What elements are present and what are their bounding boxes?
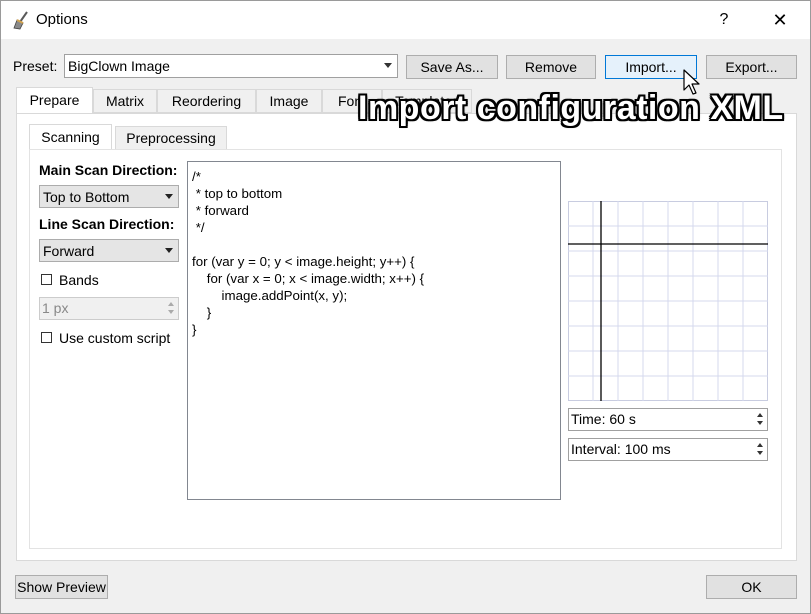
close-button[interactable]: ✕ — [759, 4, 801, 36]
show-preview-button[interactable]: Show Preview — [15, 575, 108, 599]
script-editor[interactable]: /* * top to bottom * forward */ for (var… — [187, 161, 561, 500]
tab-preprocessing[interactable]: Preprocessing — [115, 126, 227, 150]
chevron-down-icon — [165, 248, 173, 253]
preset-label: Preset: — [13, 58, 58, 74]
chevron-down-icon — [165, 194, 173, 199]
remove-button[interactable]: Remove — [506, 55, 596, 79]
mouse-cursor-icon — [683, 69, 700, 95]
time-spinbox[interactable]: Time: 60 s — [568, 408, 768, 431]
tab-image[interactable]: Image — [256, 89, 322, 113]
line-scan-direction-label: Line Scan Direction: — [39, 216, 175, 232]
window-title: Options — [36, 11, 88, 28]
custom-script-label: Use custom script — [59, 330, 171, 346]
spin-down-icon[interactable] — [757, 421, 763, 425]
main-scan-direction-value: Top to Bottom — [43, 189, 130, 205]
tab-reordering[interactable]: Reordering — [157, 89, 256, 113]
spin-up-icon[interactable] — [757, 443, 763, 447]
tab-matrix[interactable]: Matrix — [93, 89, 157, 113]
help-button[interactable]: ? — [707, 4, 741, 36]
time-value: Time: 60 s — [571, 411, 636, 427]
tab-prepare[interactable]: Prepare — [16, 87, 93, 114]
tab-scanning[interactable]: Scanning — [29, 124, 112, 150]
band-width-spinbox[interactable]: 1 px — [39, 297, 179, 320]
custom-script-checkbox[interactable] — [41, 332, 52, 343]
main-scan-direction-select[interactable]: Top to Bottom — [39, 185, 179, 208]
line-scan-direction-value: Forward — [43, 243, 95, 259]
spin-down-icon[interactable] — [757, 451, 763, 455]
title-bar: Options ? ✕ — [1, 1, 810, 39]
preset-value: BigClown Image — [68, 58, 170, 74]
interval-spinbox[interactable]: Interval: 100 ms — [568, 438, 768, 461]
bands-label: Bands — [59, 272, 99, 288]
interval-value: Interval: 100 ms — [571, 441, 671, 457]
ok-button[interactable]: OK — [706, 575, 797, 599]
scan-preview-grid — [568, 201, 768, 401]
band-width-value: 1 px — [42, 300, 69, 316]
broom-icon — [13, 11, 28, 30]
spin-up-icon[interactable] — [168, 302, 174, 306]
preset-select[interactable]: BigClown Image — [64, 54, 398, 78]
spin-up-icon[interactable] — [757, 413, 763, 417]
bands-checkbox[interactable] — [41, 274, 52, 285]
spin-down-icon[interactable] — [168, 310, 174, 314]
script-text: /* * top to bottom * forward */ for (var… — [192, 169, 425, 337]
options-dialog: Options ? ✕ Preset: BigClown Image Save … — [0, 0, 811, 614]
line-scan-direction-select[interactable]: Forward — [39, 239, 179, 262]
overlay-caption: Import configuration XML — [358, 89, 784, 127]
export-button[interactable]: Export... — [706, 55, 797, 79]
chevron-down-icon — [384, 63, 392, 68]
main-scan-direction-label: Main Scan Direction: — [39, 162, 178, 178]
save-as-button[interactable]: Save As... — [406, 55, 498, 79]
